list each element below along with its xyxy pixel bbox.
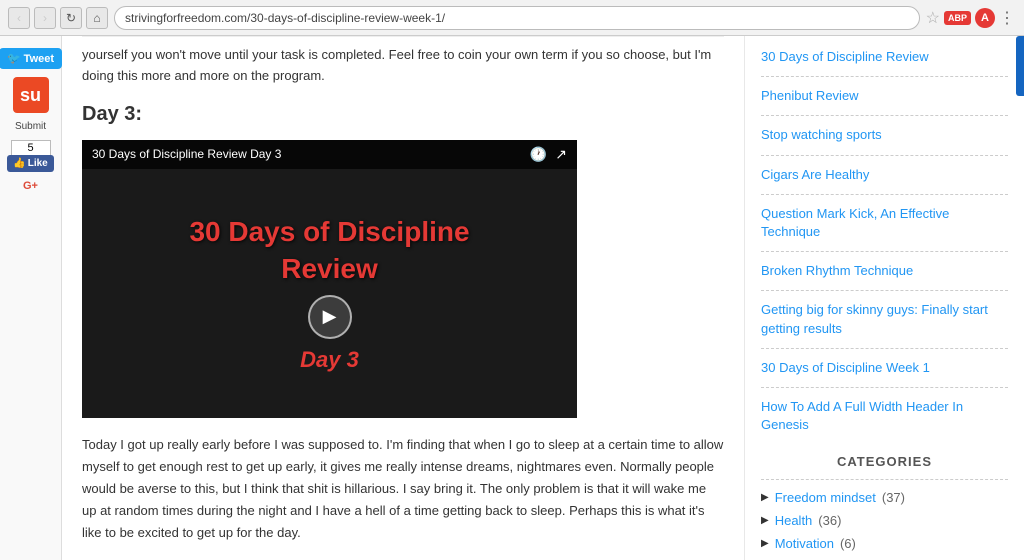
browser-chrome: ‹ › ↻ ⌂ strivingforfreedom.com/30-days-o… bbox=[0, 0, 1024, 36]
category-count-1: (36) bbox=[818, 513, 841, 528]
video-day-subtitle: Day 3 bbox=[300, 347, 359, 373]
forward-button[interactable]: › bbox=[34, 7, 56, 29]
facebook-like-section: 5 👍 Like bbox=[7, 140, 53, 172]
category-arrow-0: ▶ bbox=[761, 492, 769, 503]
category-link-1[interactable]: Health bbox=[775, 513, 813, 528]
bookmark-icon[interactable]: ☆ bbox=[926, 8, 940, 28]
browser-menu-button[interactable]: ⋮ bbox=[999, 8, 1016, 28]
category-count-0: (37) bbox=[882, 490, 905, 505]
sidebar-links: 30 Days of Discipline Review Phenibut Rev… bbox=[761, 48, 1008, 434]
categories-title: CATEGORIES bbox=[761, 454, 1008, 469]
sidebar-link-0[interactable]: 30 Days of Discipline Review bbox=[761, 48, 1008, 66]
category-arrow-1: ▶ bbox=[761, 515, 769, 526]
sidebar-divider-1 bbox=[761, 115, 1008, 116]
googleplus-button[interactable]: G+ bbox=[23, 180, 38, 192]
video-share-icon[interactable]: ↗ bbox=[555, 146, 567, 163]
twitter-tweet-button[interactable]: 🐦 Tweet bbox=[0, 48, 62, 69]
facebook-thumb-icon: 👍 bbox=[13, 158, 25, 169]
submit-label: Submit bbox=[15, 121, 46, 132]
body-paragraph: Today I got up really early before I was… bbox=[82, 434, 724, 544]
like-count: 5 bbox=[11, 140, 51, 155]
sidebar-divider-2 bbox=[761, 155, 1008, 156]
reload-button[interactable]: ↻ bbox=[60, 7, 82, 29]
category-item-1: ▶ Health (36) bbox=[761, 513, 1008, 528]
categories-section: CATEGORIES ▶ Freedom mindset (37) ▶ Heal… bbox=[761, 454, 1008, 560]
twitter-bird-icon: 🐦 bbox=[7, 52, 21, 65]
video-overlay-title: 30 Days of Discipline Review bbox=[189, 214, 469, 287]
sidebar-link-7[interactable]: 30 Days of Discipline Week 1 bbox=[761, 359, 1008, 377]
category-count-2: (6) bbox=[840, 536, 856, 551]
category-link-0[interactable]: Freedom mindset bbox=[775, 490, 876, 505]
video-main-area: 30 Days of Discipline Review ▶ Day 3 bbox=[82, 140, 577, 418]
sidebar-link-4[interactable]: Question Mark Kick, An Effective Techniq… bbox=[761, 205, 1008, 241]
social-sidebar: 🐦 Tweet su Submit 5 👍 Like G+ bbox=[0, 36, 62, 560]
adblock-badge[interactable]: ABP bbox=[944, 11, 971, 25]
page-wrapper: 🐦 Tweet su Submit 5 👍 Like G+ yourself y… bbox=[0, 36, 1024, 560]
video-top-bar: 30 Days of Discipline Review Day 3 🕐 ↗ bbox=[82, 140, 577, 169]
sidebar-link-5[interactable]: Broken Rhythm Technique bbox=[761, 262, 1008, 280]
right-edge-bar bbox=[1016, 36, 1024, 96]
categories-divider bbox=[761, 479, 1008, 480]
url-text: strivingforfreedom.com/30-days-of-discip… bbox=[125, 11, 445, 25]
video-top-controls: 🕐 ↗ bbox=[530, 146, 567, 163]
sidebar-link-3[interactable]: Cigars Are Healthy bbox=[761, 166, 1008, 184]
video-player[interactable]: 30 Days of Discipline Review Day 3 🕐 ↗ 3… bbox=[82, 140, 577, 418]
stumbleupon-button[interactable]: su bbox=[13, 77, 49, 113]
sidebar-link-6[interactable]: Getting big for skinny guys: Finally sta… bbox=[761, 301, 1008, 337]
home-button[interactable]: ⌂ bbox=[86, 7, 108, 29]
video-title: 30 Days of Discipline Review Day 3 bbox=[92, 147, 281, 161]
profile-button[interactable]: A bbox=[975, 8, 995, 28]
sidebar-divider-4 bbox=[761, 251, 1008, 252]
day3-heading: Day 3: bbox=[82, 103, 724, 126]
sidebar-link-8[interactable]: How To Add A Full Width Header In Genesi… bbox=[761, 398, 1008, 434]
sidebar-divider-3 bbox=[761, 194, 1008, 195]
like-label: Like bbox=[28, 158, 48, 169]
intro-paragraph: yourself you won't move until your task … bbox=[82, 36, 724, 87]
video-clock-icon[interactable]: 🕐 bbox=[530, 146, 547, 163]
category-item-2: ▶ Motivation (6) bbox=[761, 536, 1008, 551]
facebook-like-button[interactable]: 👍 Like bbox=[7, 155, 53, 172]
nav-buttons: ‹ › ↻ ⌂ bbox=[8, 7, 108, 29]
category-link-2[interactable]: Motivation bbox=[775, 536, 834, 551]
sidebar-divider-0 bbox=[761, 76, 1008, 77]
back-button[interactable]: ‹ bbox=[8, 7, 30, 29]
stumbleupon-icon: su bbox=[20, 85, 41, 106]
video-overlay-line1: 30 Days of Discipline bbox=[189, 216, 469, 247]
sidebar-divider-6 bbox=[761, 348, 1008, 349]
sidebar-link-1[interactable]: Phenibut Review bbox=[761, 87, 1008, 105]
browser-actions: ☆ ABP A ⋮ bbox=[926, 8, 1016, 28]
tweet-label: Tweet bbox=[24, 53, 54, 65]
sidebar-link-2[interactable]: Stop watching sports bbox=[761, 126, 1008, 144]
main-content: yourself you won't move until your task … bbox=[62, 36, 744, 560]
video-overlay-line2: Review bbox=[281, 253, 378, 284]
right-sidebar: 30 Days of Discipline Review Phenibut Rev… bbox=[744, 36, 1024, 560]
category-item-0: ▶ Freedom mindset (37) bbox=[761, 490, 1008, 505]
category-arrow-2: ▶ bbox=[761, 538, 769, 549]
address-bar[interactable]: strivingforfreedom.com/30-days-of-discip… bbox=[114, 6, 920, 30]
sidebar-divider-7 bbox=[761, 387, 1008, 388]
sidebar-divider-5 bbox=[761, 290, 1008, 291]
categories-list: ▶ Freedom mindset (37) ▶ Health (36) ▶ M… bbox=[761, 490, 1008, 560]
video-play-button[interactable]: ▶ bbox=[308, 295, 352, 339]
